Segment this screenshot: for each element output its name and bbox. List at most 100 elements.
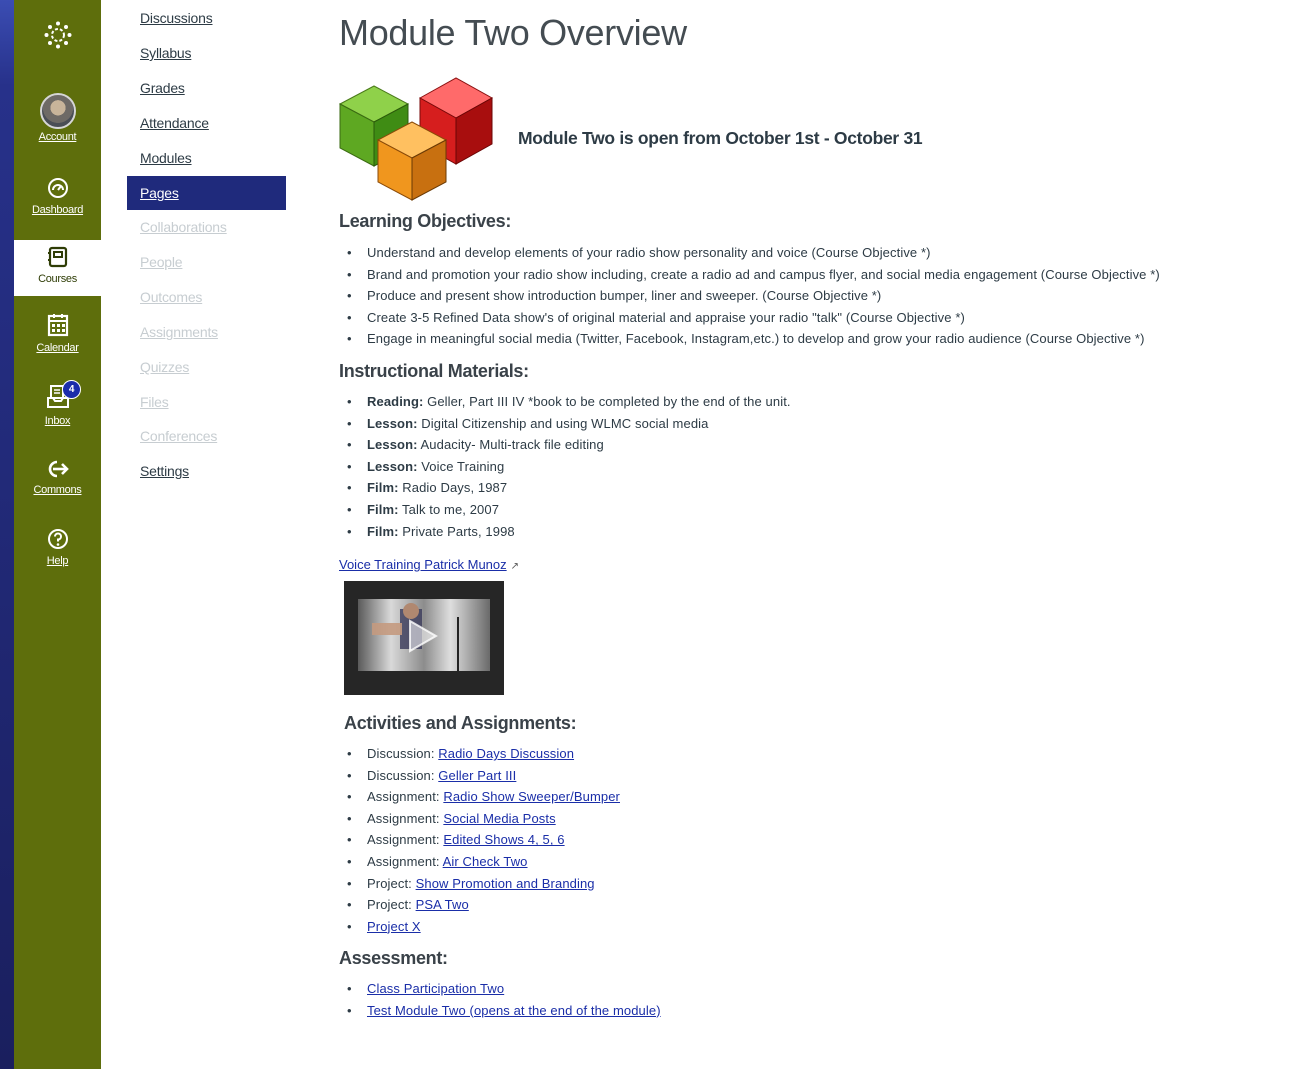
course-nav-attendance[interactable]: Attendance (140, 115, 209, 131)
global-nav-help[interactable]: Help (14, 528, 101, 567)
global-nav-account[interactable]: Account (14, 93, 101, 143)
item-label: Film: (367, 501, 399, 517)
item-label: Lesson: (367, 437, 418, 453)
item-prefix: Assignment: (367, 853, 443, 869)
class-participation-link[interactable]: Class Participation Two (367, 981, 504, 996)
learning-objectives-list: Understand and develop elements of your … (339, 242, 1160, 350)
global-nav-label: Dashboard (31, 204, 84, 216)
list-item: Project: Show Promotion and Branding (339, 873, 620, 895)
item-prefix: Project: (367, 875, 416, 891)
list-item: Understand and develop elements of your … (339, 242, 1160, 264)
psa-two-link[interactable]: PSA Two (416, 897, 469, 912)
learning-objectives-heading: Learning Objectives: (339, 211, 512, 231)
radio-days-discussion-link[interactable]: Radio Days Discussion (438, 746, 574, 761)
course-nav-quizzes[interactable]: Quizzes (140, 359, 189, 375)
page-title: Module Two Overview (339, 12, 687, 53)
course-nav-assignments[interactable]: Assignments (140, 324, 218, 340)
item-text: Radio Days, 1987 (398, 480, 508, 496)
course-nav-outcomes[interactable]: Outcomes (140, 289, 202, 305)
project-x-link[interactable]: Project X (367, 919, 421, 934)
list-item: Discussion: Geller Part III (339, 765, 620, 787)
play-icon (372, 603, 459, 671)
global-nav-label: Help (46, 555, 69, 567)
global-nav-courses[interactable]: Courses (14, 240, 101, 296)
list-item: Project: PSA Two (339, 894, 620, 916)
item-text: Talk to me, 2007 (398, 501, 500, 517)
instructional-materials-heading: Instructional Materials: (339, 361, 529, 381)
item-text: Private Parts, 1998 (398, 523, 515, 539)
list-item: Film: Talk to me, 2007 (339, 499, 791, 521)
sweeper-bumper-link[interactable]: Radio Show Sweeper/Bumper (443, 789, 620, 804)
list-item: Film: Private Parts, 1998 (339, 521, 791, 543)
item-label: Reading: (367, 394, 424, 409)
edited-shows-link[interactable]: Edited Shows 4, 5, 6 (443, 832, 564, 847)
activities-heading: Activities and Assignments: (344, 713, 577, 733)
list-item: Film: Radio Days, 1987 (339, 477, 791, 499)
video-link-row: Voice Training Patrick Munoz ↗ (339, 557, 519, 572)
assessment-list: Class Participation Two Test Module Two … (339, 978, 661, 1021)
list-item: Lesson: Digital Citizenship and using WL… (339, 413, 791, 435)
air-check-two-link[interactable]: Air Check Two (443, 854, 528, 869)
assessment-heading: Assessment: (339, 948, 448, 968)
list-item: Lesson: Voice Training (339, 456, 791, 478)
item-text: Voice Training (417, 458, 505, 474)
global-nav-commons[interactable]: Commons (14, 459, 101, 496)
item-prefix: Project: (367, 897, 416, 913)
video-thumbnail[interactable] (344, 581, 504, 695)
item-prefix: Assignment: (367, 832, 444, 848)
list-item: Engage in meaningful social media (Twitt… (339, 328, 1160, 350)
courses-icon (47, 246, 67, 268)
inbox-badge: 4 (62, 380, 81, 399)
global-nav-dashboard[interactable]: Dashboard (14, 177, 101, 216)
course-nav-syllabus[interactable]: Syllabus (140, 45, 192, 61)
item-prefix: Assignment: (367, 789, 444, 805)
list-item: Brand and promotion your radio show incl… (339, 264, 1160, 286)
social-media-posts-link[interactable]: Social Media Posts (443, 811, 555, 826)
geller-part-iii-link[interactable]: Geller Part III (438, 768, 516, 783)
course-nav: Discussions Syllabus Grades Attendance M… (101, 0, 311, 1069)
list-item: Produce and present show introduction bu… (339, 285, 1160, 307)
item-text: Digital Citizenship and using WLMC socia… (417, 415, 709, 431)
list-item: Create 3-5 Refined Data show's of origin… (339, 307, 1160, 329)
cubes-image (338, 77, 494, 201)
list-item: Lesson: Audacity- Multi-track file editi… (339, 434, 791, 456)
course-nav-discussions[interactable]: Discussions (140, 10, 213, 26)
item-label: Lesson: (367, 415, 418, 431)
item-prefix: Discussion: (367, 767, 439, 783)
global-nav-calendar[interactable]: Calendar (14, 313, 101, 354)
list-item: Assignment: Air Check Two (339, 851, 620, 873)
page-content: Module Two Overview Module Two is open f… (311, 0, 1315, 1069)
item-prefix: Assignment: (367, 810, 444, 826)
course-nav-settings[interactable]: Settings (140, 463, 189, 479)
external-link-icon: ↗ (510, 561, 520, 572)
item-label: Lesson: (367, 458, 418, 474)
frame-left (0, 0, 14, 1069)
test-module-two-link[interactable]: Test Module Two (opens at the end of the… (367, 1003, 661, 1018)
list-item: Project X (339, 916, 620, 938)
module-open-dates: Module Two is open from October 1st - Oc… (518, 128, 923, 148)
list-item: Assignment: Edited Shows 4, 5, 6 (339, 829, 620, 851)
global-nav-label: Courses (38, 273, 77, 285)
list-item: Reading: Geller, Part III IV *book to be… (339, 391, 791, 413)
show-promotion-link[interactable]: Show Promotion and Branding (416, 876, 595, 891)
course-nav-files[interactable]: Files (140, 394, 169, 410)
course-nav-modules[interactable]: Modules (140, 150, 192, 166)
list-item: Assignment: Radio Show Sweeper/Bumper (339, 786, 620, 808)
list-item: Assignment: Social Media Posts (339, 808, 620, 830)
logo-icon[interactable] (14, 20, 101, 53)
activities-list: Discussion: Radio Days Discussion Discus… (339, 743, 620, 937)
global-nav-inbox[interactable]: 4 Inbox (14, 380, 101, 427)
list-item: Discussion: Radio Days Discussion (339, 743, 620, 765)
voice-training-link[interactable]: Voice Training Patrick Munoz (339, 557, 507, 572)
global-nav: Account Dashboard Courses Calendar 4 Inb… (14, 0, 101, 1069)
course-nav-pages[interactable]: Pages (127, 176, 286, 210)
commons-icon (48, 460, 69, 478)
item-text: Audacity- Multi-track file editing (417, 437, 604, 453)
global-nav-label: Commons (33, 484, 82, 496)
course-nav-grades[interactable]: Grades (140, 80, 185, 96)
item-text: Geller, Part III IV *book to be complete… (423, 394, 791, 409)
course-nav-conferences[interactable]: Conferences (140, 428, 217, 444)
course-nav-people[interactable]: People (140, 254, 183, 270)
course-nav-collaborations[interactable]: Collaborations (140, 219, 227, 235)
global-nav-label: Calendar (36, 342, 79, 354)
